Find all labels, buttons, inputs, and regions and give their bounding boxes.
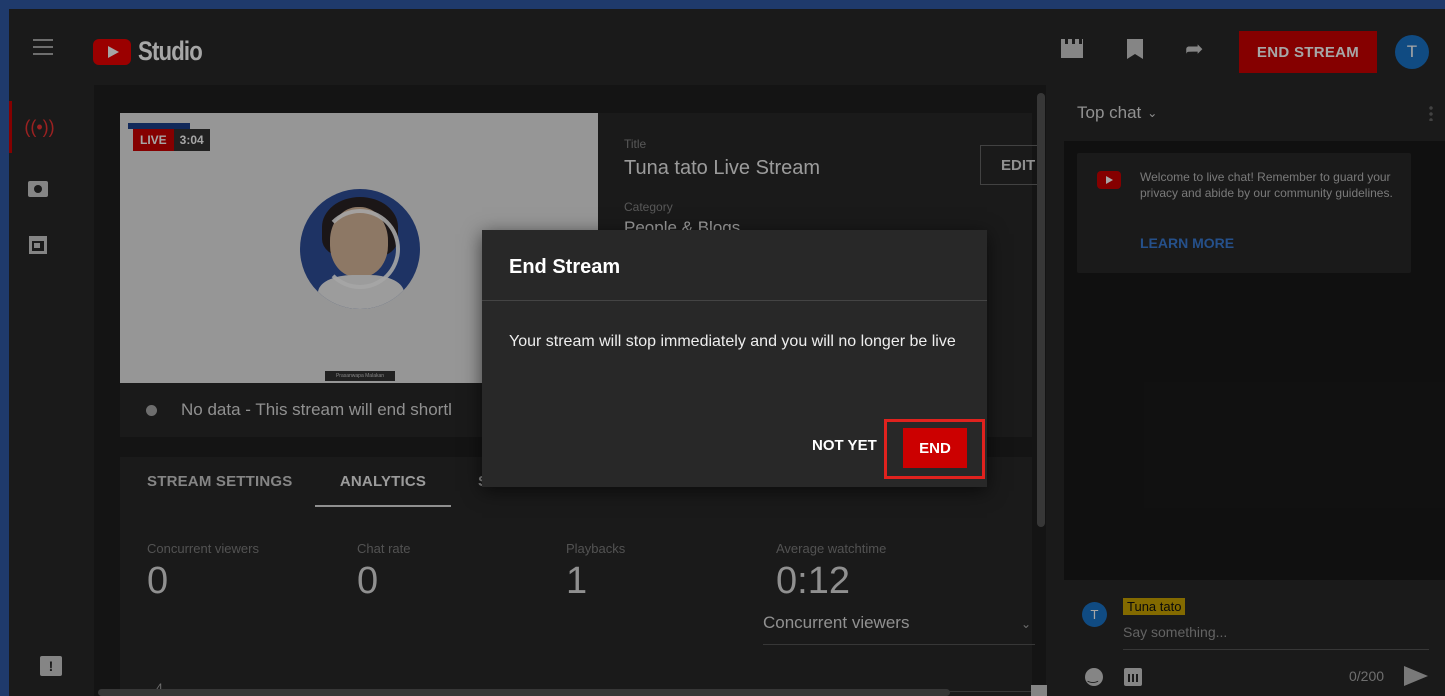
dialog-divider [482,300,987,301]
dialog-title: End Stream [509,256,621,278]
end-button[interactable]: END [903,428,967,468]
not-yet-button[interactable]: NOT YET [812,437,877,454]
dialog-message: Your stream will stop immediately and yo… [509,333,956,350]
end-stream-dialog: End Stream Your stream will stop immedia… [482,230,987,487]
youtube-studio-app: Studio ➦ END STREAM T ((•)) ! LIVE 3:04 … [9,9,1445,696]
